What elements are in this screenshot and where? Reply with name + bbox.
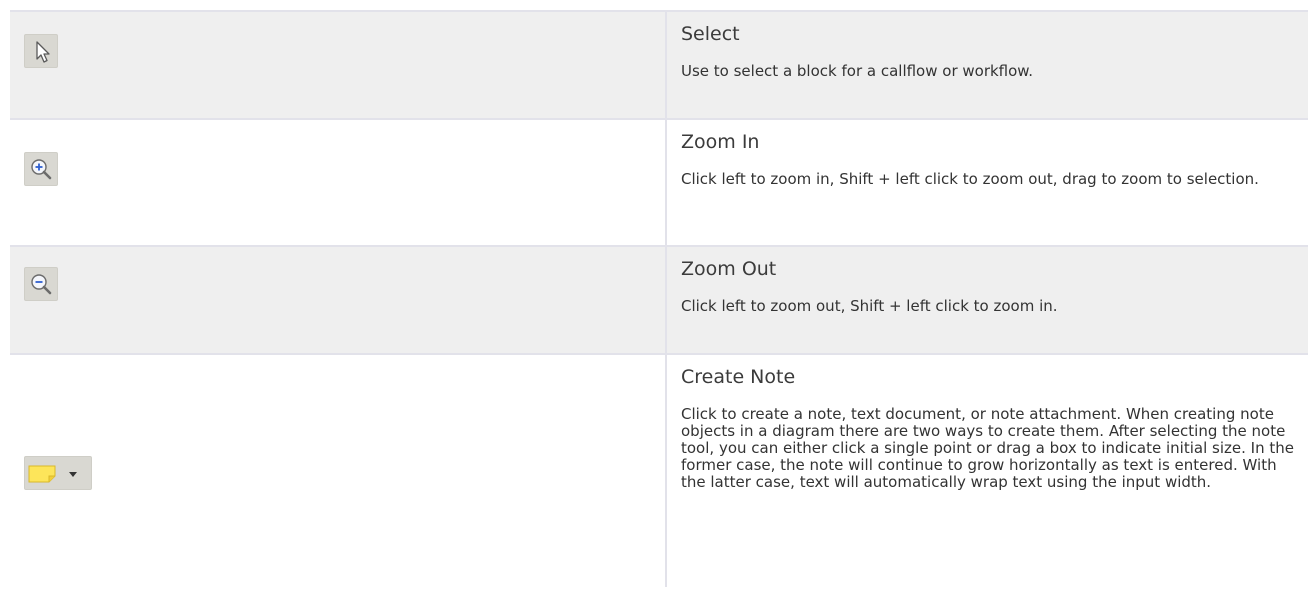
zoom-in-tool-button bbox=[24, 152, 58, 186]
table-row: Zoom Out Click left to zoom out, Shift +… bbox=[10, 246, 1308, 354]
table-row: Select Use to select a block for a callf… bbox=[10, 11, 1308, 119]
icon-cell bbox=[10, 11, 667, 119]
arrow-pointer-icon bbox=[36, 41, 50, 63]
zoom-in-icon bbox=[31, 159, 52, 180]
tool-description: Click left to zoom in, Shift + left clic… bbox=[681, 170, 1259, 188]
icon-cell bbox=[10, 246, 667, 354]
note-icon bbox=[28, 465, 77, 483]
icon-cell bbox=[10, 354, 667, 587]
table-row: Zoom In Click left to zoom in, Shift + l… bbox=[10, 119, 1308, 246]
tool-title: Select bbox=[681, 23, 740, 45]
chevron-down-icon bbox=[69, 472, 77, 477]
description-cell: Zoom In Click left to zoom in, Shift + l… bbox=[666, 119, 1308, 246]
tool-title: Zoom In bbox=[681, 131, 760, 153]
description-cell: Select Use to select a block for a callf… bbox=[666, 11, 1308, 119]
description-cell: Zoom Out Click left to zoom out, Shift +… bbox=[666, 246, 1308, 354]
description-cell: Create Note Click to create a note, text… bbox=[666, 354, 1308, 587]
table-row: Create Note Click to create a note, text… bbox=[10, 354, 1308, 587]
toolbar-reference-table: Select Use to select a block for a callf… bbox=[10, 10, 1308, 587]
select-tool-button bbox=[24, 34, 58, 68]
tool-description: Click to create a note, text document, o… bbox=[681, 405, 1294, 491]
create-note-tool-button bbox=[24, 456, 92, 490]
icon-cell bbox=[10, 119, 667, 246]
zoom-out-icon bbox=[31, 274, 52, 295]
tool-title: Zoom Out bbox=[681, 258, 777, 280]
zoom-out-tool-button bbox=[24, 267, 58, 301]
tool-description: Click left to zoom out, Shift + left cli… bbox=[681, 297, 1058, 315]
tool-description: Use to select a block for a callflow or … bbox=[681, 62, 1033, 80]
tool-title: Create Note bbox=[681, 366, 796, 388]
